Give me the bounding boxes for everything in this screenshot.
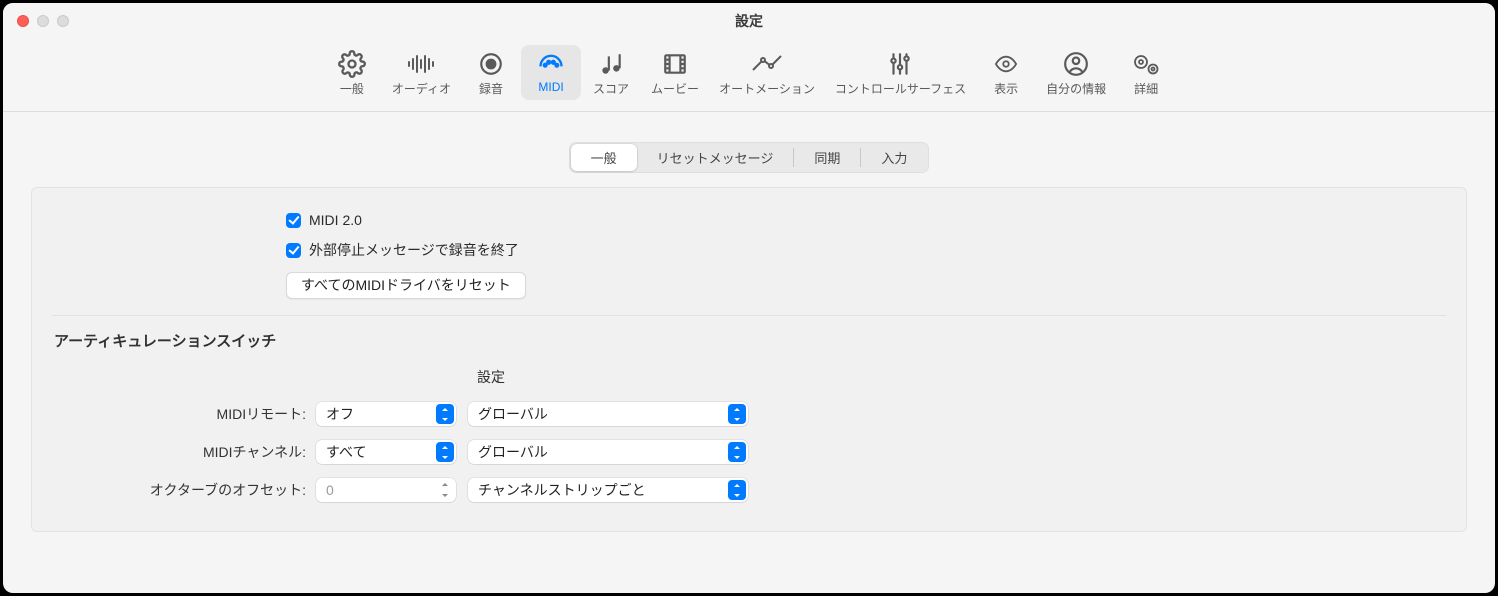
window-controls bbox=[3, 15, 69, 27]
tab-my-info[interactable]: 自分の情報 bbox=[1036, 45, 1116, 103]
preferences-toolbar: 一般 オーディオ 録音 MIDI スコア bbox=[3, 39, 1495, 112]
tab-label: オーディオ bbox=[392, 80, 451, 97]
midi-icon bbox=[537, 49, 565, 79]
chevron-updown-icon bbox=[436, 442, 454, 462]
chevron-updown-icon bbox=[728, 480, 746, 500]
select-value: グローバル bbox=[478, 442, 548, 462]
content-area: 一般 リセットメッセージ 同期 入力 MIDI 2.0 外部停止メッセージで録音… bbox=[3, 112, 1495, 548]
tab-label: MIDI bbox=[538, 80, 563, 94]
preferences-window: 設定 一般 オーディオ 録音 MIDI bbox=[3, 3, 1495, 593]
tab-record[interactable]: 録音 bbox=[461, 45, 521, 103]
user-circle-icon bbox=[1063, 49, 1089, 79]
chevron-updown-icon bbox=[436, 404, 454, 424]
chevron-updown-icon bbox=[728, 404, 746, 424]
sliders-icon bbox=[886, 49, 914, 79]
chevron-updown-icon bbox=[438, 478, 452, 502]
tab-label: ムービー bbox=[651, 80, 699, 97]
tab-advanced[interactable]: 詳細 bbox=[1116, 45, 1176, 103]
chevron-updown-icon bbox=[728, 442, 746, 462]
divider bbox=[52, 315, 1446, 316]
tab-label: コントロールサーフェス bbox=[835, 80, 966, 97]
tab-midi[interactable]: MIDI bbox=[521, 45, 581, 100]
checkbox-midi20[interactable] bbox=[286, 213, 301, 228]
select-value: オフ bbox=[326, 404, 354, 424]
record-icon bbox=[478, 49, 504, 79]
section-articulation-title: アーティキュレーションスイッチ bbox=[32, 328, 1466, 367]
tab-view[interactable]: 表示 bbox=[976, 45, 1036, 103]
subtab-input[interactable]: 入力 bbox=[861, 144, 927, 171]
gear-icon bbox=[338, 49, 366, 79]
close-icon[interactable] bbox=[17, 15, 29, 27]
reset-midi-drivers-button[interactable]: すべてのMIDIドライバをリセット bbox=[286, 272, 526, 299]
sub-tab-bar: 一般 リセットメッセージ 同期 入力 bbox=[31, 142, 1467, 173]
subtab-reset-messages[interactable]: リセットメッセージ bbox=[637, 144, 794, 171]
subtab-general[interactable]: 一般 bbox=[571, 144, 637, 171]
subtab-sync[interactable]: 同期 bbox=[794, 144, 860, 171]
tab-label: 一般 bbox=[340, 80, 364, 97]
label-octave-offset: オクターブのオフセット: bbox=[32, 480, 316, 500]
select-value: チャンネルストリップごと bbox=[478, 480, 646, 500]
minimize-icon[interactable] bbox=[37, 15, 49, 27]
select-midi-remote[interactable]: オフ bbox=[316, 402, 456, 426]
tab-automation[interactable]: オートメーション bbox=[709, 45, 825, 103]
window-title: 設定 bbox=[3, 11, 1495, 31]
settings-panel: MIDI 2.0 外部停止メッセージで録音を終了 すべてのMIDIドライバをリセ… bbox=[31, 187, 1467, 532]
tab-label: スコア bbox=[593, 80, 629, 97]
select-value: 0 bbox=[326, 482, 334, 498]
tab-label: 表示 bbox=[994, 80, 1018, 97]
automation-icon bbox=[751, 49, 783, 79]
label-midi-channel: MIDIチャンネル: bbox=[32, 442, 316, 462]
film-icon bbox=[661, 49, 689, 79]
eye-icon bbox=[991, 49, 1021, 79]
music-notes-icon bbox=[597, 49, 625, 79]
titlebar: 設定 bbox=[3, 3, 1495, 39]
tab-label: 録音 bbox=[479, 80, 503, 97]
zoom-icon[interactable] bbox=[57, 15, 69, 27]
checkbox-stop-external[interactable] bbox=[286, 243, 301, 258]
tab-movie[interactable]: ムービー bbox=[641, 45, 709, 103]
tab-label: 自分の情報 bbox=[1046, 80, 1106, 97]
checkbox-midi20-label: MIDI 2.0 bbox=[309, 212, 362, 228]
label-midi-remote: MIDIリモート: bbox=[32, 404, 316, 424]
select-value: グローバル bbox=[478, 404, 548, 424]
tab-label: オートメーション bbox=[719, 80, 815, 97]
tab-label: 詳細 bbox=[1134, 80, 1158, 97]
tab-score[interactable]: スコア bbox=[581, 45, 641, 103]
select-midi-remote-scope[interactable]: グローバル bbox=[468, 402, 748, 426]
gears-icon bbox=[1131, 49, 1161, 79]
select-octave-offset-scope[interactable]: チャンネルストリップごと bbox=[468, 478, 748, 502]
select-midi-channel[interactable]: すべて bbox=[316, 440, 456, 464]
select-octave-offset[interactable]: 0 bbox=[316, 478, 456, 502]
select-value: すべて bbox=[326, 442, 366, 462]
checkbox-stop-external-label: 外部停止メッセージで録音を終了 bbox=[309, 240, 519, 260]
select-midi-channel-scope[interactable]: グローバル bbox=[468, 440, 748, 464]
tab-general[interactable]: 一般 bbox=[322, 45, 382, 103]
tab-audio[interactable]: オーディオ bbox=[382, 45, 461, 103]
waveform-icon bbox=[406, 49, 436, 79]
column-header-settings: 設定 bbox=[32, 367, 1466, 387]
tab-control-surfaces[interactable]: コントロールサーフェス bbox=[825, 45, 976, 103]
